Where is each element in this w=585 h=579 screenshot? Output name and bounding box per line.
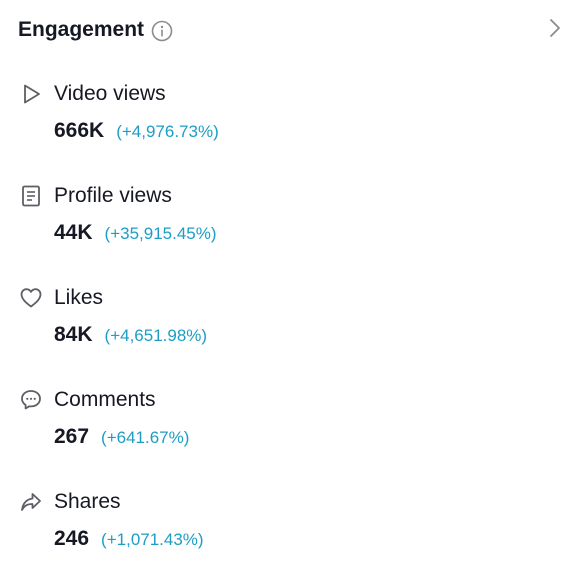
metric-label: Likes	[54, 286, 104, 309]
share-icon	[19, 490, 43, 514]
metric-shares[interactable]: Shares 246 (+1,071.43%)	[0, 489, 585, 579]
engagement-title: Engagement	[18, 18, 145, 41]
metric-value-row: 267 (+641.67%)	[54, 424, 189, 452]
metric-value: 84K	[54, 323, 93, 346]
metric-value-row: 44K (+35,915.45%)	[54, 220, 217, 248]
info-icon[interactable]	[151, 20, 173, 42]
metric-value: 246	[54, 527, 90, 550]
metric-value-row: 666K (+4,976.73%)	[54, 118, 219, 146]
metric-label: Profile views	[54, 184, 172, 207]
metric-change: (+1,071.43%)	[101, 530, 204, 549]
metric-likes[interactable]: Likes 84K (+4,651.98%)	[0, 285, 585, 375]
metric-change: (+641.67%)	[101, 428, 190, 447]
metric-change: (+35,915.45%)	[104, 224, 217, 243]
chevron-right-icon[interactable]	[545, 17, 565, 39]
metric-value: 267	[54, 425, 90, 448]
metric-value: 44K	[54, 221, 93, 244]
heart-icon	[19, 286, 43, 310]
metric-label: Video views	[54, 82, 166, 105]
metric-comments[interactable]: Comments 267 (+641.67%)	[0, 387, 585, 477]
metric-value-row: 246 (+1,071.43%)	[54, 526, 204, 554]
engagement-header[interactable]: Engagement	[0, 0, 585, 60]
play-icon	[19, 82, 43, 106]
metric-value-row: 84K (+4,651.98%)	[54, 322, 207, 350]
metric-video-views[interactable]: Video views 666K (+4,976.73%)	[0, 81, 585, 171]
metric-change: (+4,651.98%)	[104, 326, 208, 345]
metric-change: (+4,976.73%)	[116, 122, 219, 141]
metric-label: Comments	[54, 388, 156, 411]
metric-label: Shares	[54, 490, 121, 513]
profile-card-icon	[19, 184, 43, 208]
metric-value: 666K	[54, 119, 105, 142]
metric-profile-views[interactable]: Profile views 44K (+35,915.45%)	[0, 183, 585, 273]
comment-icon	[19, 388, 43, 412]
